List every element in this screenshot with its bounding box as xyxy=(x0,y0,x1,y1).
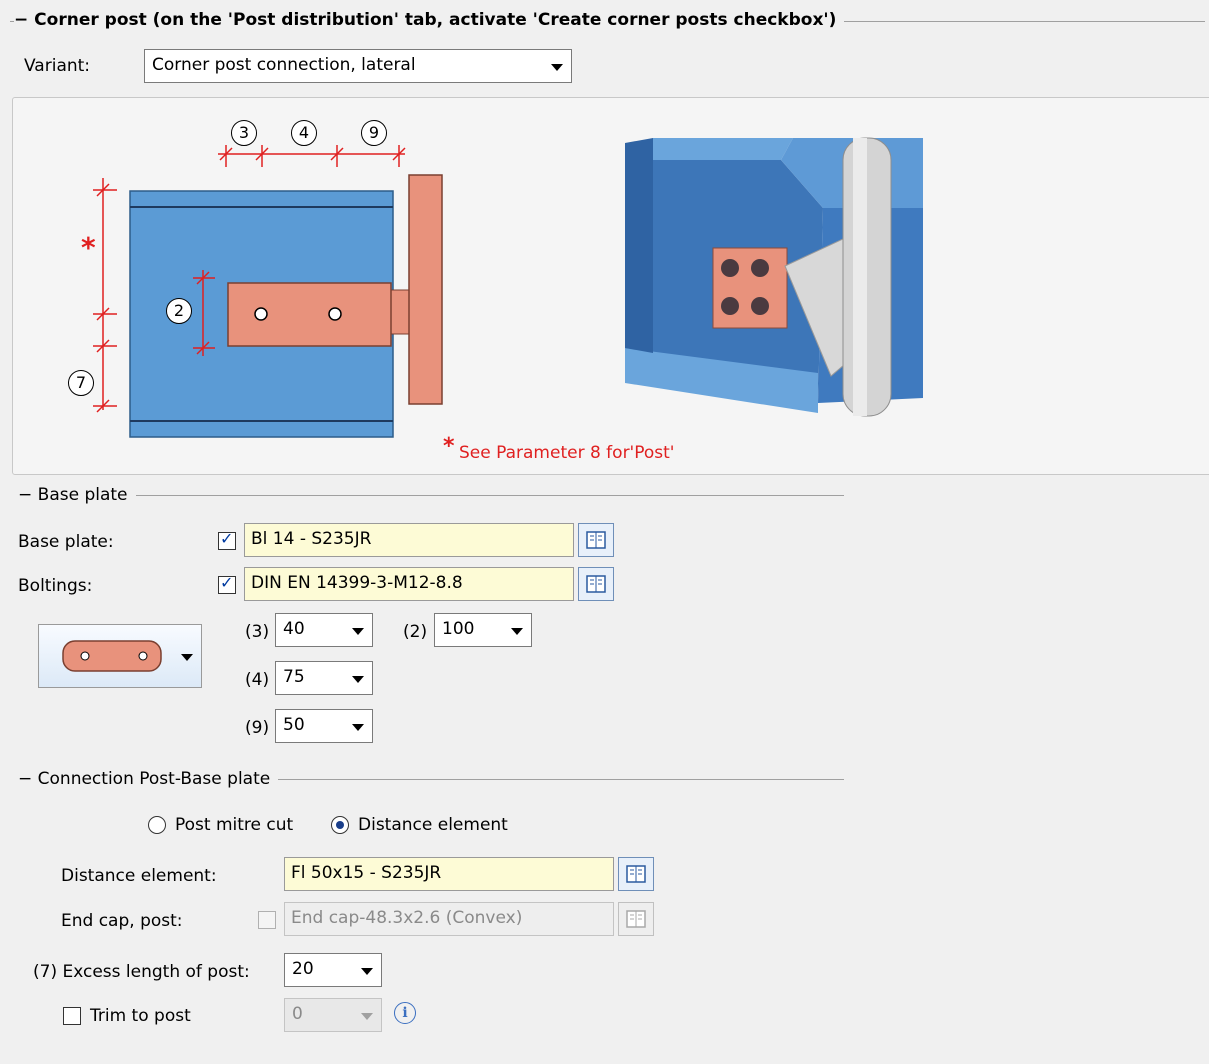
catalog-icon xyxy=(586,575,606,593)
distance-element-label: Distance element: xyxy=(61,866,217,886)
variant-label: Variant: xyxy=(24,56,91,76)
base-plate-library-button[interactable] xyxy=(578,523,614,557)
catalog-icon xyxy=(586,531,606,549)
top-dimension xyxy=(218,145,406,167)
param-2-label: (2) xyxy=(403,622,428,642)
plate-shape-icon xyxy=(62,640,193,672)
param-2-dropdown[interactable]: 100 xyxy=(434,613,532,647)
connection-group-title: − Connection Post-Base plate xyxy=(18,769,279,789)
param-9-label: (9) xyxy=(245,718,270,738)
base-plate-label: Base plate: xyxy=(18,532,114,552)
dim-label-3: 3 xyxy=(231,120,257,146)
post-mitre-cut-radio[interactable] xyxy=(148,816,166,834)
dim-label-star: * xyxy=(81,231,96,264)
info-icon[interactable]: i xyxy=(394,1002,416,1024)
param-3-label: (3) xyxy=(245,622,270,642)
note-star: * xyxy=(443,434,455,459)
post-profile-2d xyxy=(408,174,443,405)
chevron-down-icon xyxy=(352,724,364,731)
base-plate-group-title: − Base plate xyxy=(18,485,136,505)
distance-element-radio[interactable] xyxy=(331,816,349,834)
param-3-dropdown[interactable]: 40 xyxy=(275,613,373,647)
chevron-down-icon xyxy=(511,628,523,635)
boltings-checkbox[interactable] xyxy=(218,573,236,594)
distance-element-radio-label[interactable]: Distance element xyxy=(358,813,508,837)
chevron-down-icon xyxy=(352,628,364,635)
chevron-down-icon xyxy=(352,676,364,683)
parameter-note: See Parameter 8 for'Post' xyxy=(459,443,675,463)
corner-post-group-title: − Corner post (on the 'Post distribution… xyxy=(14,10,845,30)
distance-element-field[interactable]: Fl 50x15 - S235JR xyxy=(284,857,614,891)
trim-value-dropdown[interactable]: 0 xyxy=(284,998,382,1032)
end-cap-field[interactable]: End cap-48.3x2.6 (Convex) xyxy=(284,902,614,936)
base-plate-checkbox[interactable] xyxy=(218,529,236,550)
end-cap-library-button[interactable] xyxy=(618,902,654,936)
chevron-down-icon xyxy=(361,1013,373,1020)
dim-label-7: 7 xyxy=(68,370,94,396)
plate-type-picker[interactable] xyxy=(38,624,202,688)
catalog-icon xyxy=(626,910,646,928)
param-4-label: (4) xyxy=(245,670,270,690)
post-mitre-cut-label[interactable]: Post mitre cut xyxy=(175,813,293,837)
connection-drawing xyxy=(93,137,923,438)
distance-element-library-button[interactable] xyxy=(618,857,654,891)
excess-length-label: (7) Excess length of post: xyxy=(33,962,250,982)
trim-to-post-label[interactable]: Trim to post xyxy=(90,1004,191,1028)
end-cap-label: End cap, post: xyxy=(61,911,183,931)
dim-label-9: 9 xyxy=(361,120,387,146)
trim-to-post-checkbox[interactable] xyxy=(63,1007,81,1025)
dim-label-2: 2 xyxy=(166,298,192,324)
base-plate-field[interactable]: Bl 14 - S235JR xyxy=(244,523,574,557)
base-plate-2d xyxy=(227,282,392,347)
catalog-icon xyxy=(626,865,646,883)
boltings-library-button[interactable] xyxy=(578,567,614,601)
variant-dropdown[interactable]: Corner post connection, lateral xyxy=(144,49,572,83)
connection-3d-view xyxy=(625,137,923,417)
connection-preview: 3 4 9 2 7 * * See Parameter 8 for'Post' xyxy=(12,97,1209,475)
boltings-label: Boltings: xyxy=(18,576,93,596)
end-cap-checkbox[interactable] xyxy=(258,911,276,929)
excess-length-dropdown[interactable]: 20 xyxy=(284,953,382,987)
dim-label-4: 4 xyxy=(291,120,317,146)
param-9-dropdown[interactable]: 50 xyxy=(275,709,373,743)
param-4-dropdown[interactable]: 75 xyxy=(275,661,373,695)
left-dimension xyxy=(93,178,117,413)
chevron-down-icon xyxy=(551,64,563,71)
chevron-down-icon xyxy=(361,968,373,975)
boltings-field[interactable]: DIN EN 14399-3-M12-8.8 xyxy=(244,567,574,601)
